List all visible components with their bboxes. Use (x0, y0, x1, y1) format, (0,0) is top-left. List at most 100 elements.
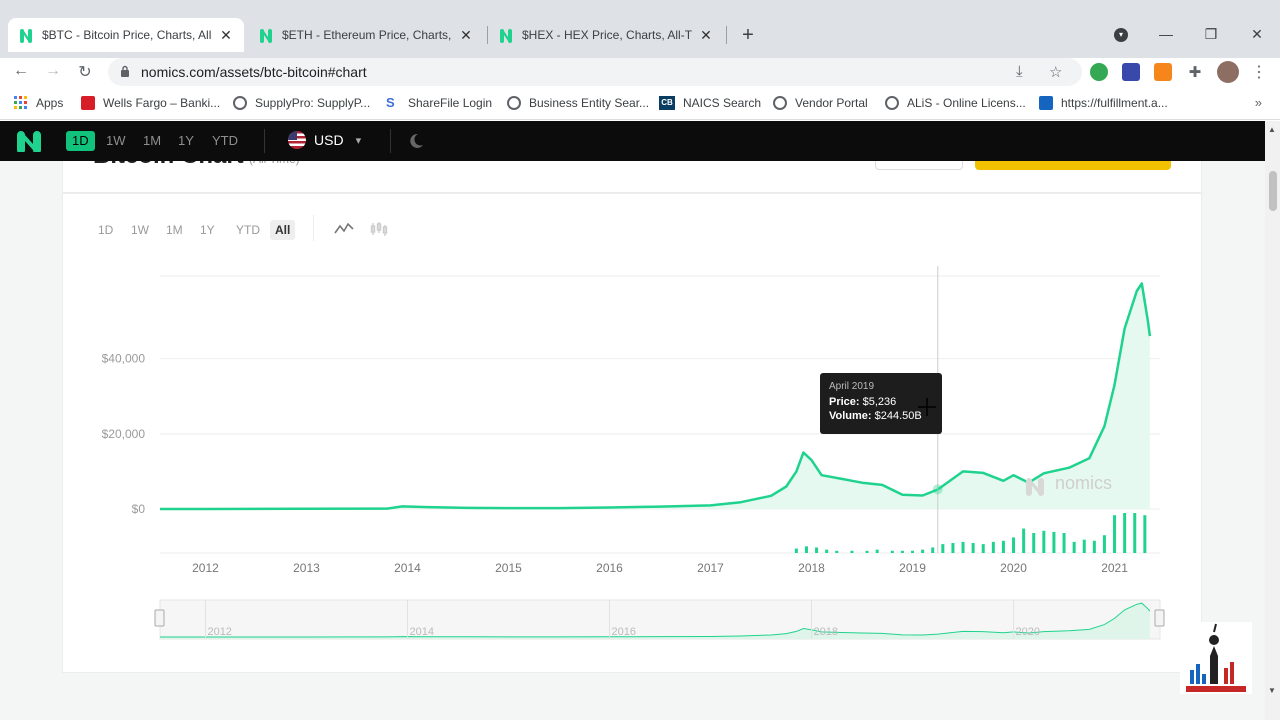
volume-bar (1042, 530, 1046, 553)
volume-bar (1113, 515, 1117, 553)
volume-bar (1062, 533, 1066, 553)
crosshair-cursor-icon (918, 398, 936, 416)
bookmark-apps[interactable]: Apps (14, 96, 63, 110)
x-tick-label: 2013 (293, 561, 320, 575)
nomics-favicon-icon (20, 29, 32, 43)
freedomtv-logo (1180, 622, 1252, 694)
minimize-icon[interactable]: — (1156, 26, 1176, 42)
close-icon[interactable]: ✕ (698, 27, 714, 44)
cb-icon: CB (659, 96, 675, 110)
volume-bar (1102, 535, 1106, 553)
apps-grid-icon (14, 96, 27, 109)
extension-icon[interactable] (1122, 63, 1140, 81)
x-tick-label: 2015 (495, 561, 522, 575)
volume-bar (850, 550, 854, 553)
price-chart[interactable]: $0 $20,000 $40,000 2012 2013 2014 2015 2016 2017… (0, 121, 1265, 720)
tab-search-icon[interactable]: ▾ (1114, 28, 1128, 42)
volume-bar (815, 547, 819, 553)
bookmark-label: ALiS - Online Licens... (907, 96, 1026, 110)
lock-icon (121, 65, 129, 77)
metamask-fox-icon[interactable] (1154, 63, 1172, 81)
tooltip-price-value: $5,236 (862, 396, 897, 408)
y-tick-label: $0 (132, 502, 146, 516)
volume-bar (1143, 515, 1147, 553)
volume-bar (865, 550, 869, 553)
volume-bar (900, 550, 904, 553)
navigator-tick-label: 2014 (409, 626, 433, 638)
tab-hex[interactable]: $HEX - HEX Price, Charts, All-Tim ✕ (488, 18, 724, 52)
volume-bar (1072, 541, 1076, 553)
nomics-favicon-icon (260, 29, 272, 43)
url-text: nomics.com/assets/btc-bitcoin#chart (141, 64, 367, 80)
hover-point (932, 484, 943, 495)
bookmark-sharefile[interactable]: S ShareFile Login (386, 96, 492, 111)
bookmark-supplypro[interactable]: SupplyPro: SupplyP... (233, 96, 370, 110)
extensions-puzzle-icon[interactable]: ✚ (1186, 63, 1204, 81)
address-bar[interactable]: nomics.com/assets/btc-bitcoin#chart ⤓ ☆ (108, 58, 1082, 86)
navigator-handle[interactable] (1154, 609, 1165, 627)
navigator-tick-label: 2016 (611, 626, 635, 638)
bookmark-alis[interactable]: ALiS - Online Licens... (885, 96, 1026, 110)
kebab-menu-icon[interactable]: ⋮ (1249, 62, 1269, 82)
page-scrollbar[interactable]: ▲ ▼ (1265, 121, 1280, 720)
tab-title: $HEX - HEX Price, Charts, All-Tim (522, 28, 692, 42)
y-tick-label: $40,000 (102, 352, 146, 366)
volume-bar (991, 541, 995, 553)
volume-bar (794, 548, 798, 553)
window-close-icon[interactable]: ✕ (1247, 26, 1267, 43)
volume-bar (911, 550, 915, 553)
volume-bar (1133, 513, 1137, 553)
bookmark-business-entity[interactable]: Business Entity Sear... (507, 96, 649, 110)
bookmark-wells-fargo[interactable]: Wells Fargo – Banki... (81, 96, 220, 110)
bookmark-label: Business Entity Sear... (529, 96, 650, 110)
navigator-handle[interactable] (154, 609, 165, 627)
browser-toolbar: ← → ↻ nomics.com/assets/btc-bitcoin#char… (0, 58, 1280, 88)
x-tick-label: 2021 (1101, 561, 1128, 575)
scroll-down-icon[interactable]: ▼ (1268, 686, 1276, 695)
volume-bar (1092, 540, 1096, 553)
x-tick-label: 2020 (1000, 561, 1027, 575)
bookmark-vendor-portal[interactable]: Vendor Portal (773, 96, 868, 110)
bookmarks-bar: Apps Wells Fargo – Banki... SupplyPro: S… (0, 88, 1280, 120)
scroll-thumb[interactable] (1269, 171, 1277, 211)
extension-globe-icon[interactable] (1090, 63, 1108, 81)
tab-btc[interactable]: $BTC - Bitcoin Price, Charts, All-T ✕ (8, 18, 244, 52)
bookmark-fulfillment[interactable]: https://fulfillment.a... (1039, 96, 1168, 110)
volume-bar (1052, 531, 1056, 553)
price-area (160, 283, 1150, 509)
price-line (160, 282, 1152, 511)
tab-eth[interactable]: $ETH - Ethereum Price, Charts, Al ✕ (248, 18, 484, 52)
scroll-up-icon[interactable]: ▲ (1268, 125, 1276, 134)
bookmarks-overflow-icon[interactable]: » (1255, 95, 1262, 110)
tab-title: $BTC - Bitcoin Price, Charts, All-T (42, 28, 212, 42)
restore-icon[interactable]: ❐ (1201, 26, 1221, 43)
x-tick-label: 2016 (596, 561, 623, 575)
volume-bar (1012, 537, 1016, 553)
wells-fargo-icon (81, 96, 95, 110)
volume-bar (1001, 540, 1005, 553)
volume-bar (1123, 513, 1127, 553)
new-tab-plus-icon[interactable]: + (738, 25, 758, 45)
volume-bar (931, 547, 935, 553)
reload-icon[interactable]: ↻ (75, 62, 95, 82)
navigator-tick-label: 2012 (207, 626, 231, 638)
close-icon[interactable]: ✕ (458, 27, 474, 44)
x-tick-label: 2019 (899, 561, 926, 575)
navigator-tick-label: 2018 (814, 626, 838, 638)
bookmark-star-icon[interactable]: ☆ (1049, 63, 1062, 81)
close-icon[interactable]: ✕ (218, 27, 234, 44)
volume-bar (1022, 528, 1026, 553)
globe-icon (507, 96, 521, 110)
volume-bar (981, 544, 985, 553)
forward-arrow-icon[interactable]: → (43, 62, 63, 80)
profile-avatar[interactable] (1217, 61, 1239, 83)
volume-bar (961, 541, 965, 553)
volume-bar (1032, 533, 1036, 553)
volume-bar (804, 546, 808, 553)
bookmark-naics[interactable]: CB NAICS Search (659, 96, 761, 110)
fulfillment-icon (1039, 96, 1053, 110)
install-app-icon[interactable]: ⤓ (1016, 63, 1023, 80)
tooltip-volume-label: Volume: (829, 410, 872, 422)
back-arrow-icon[interactable]: ← (11, 62, 31, 80)
x-tick-label: 2017 (697, 561, 724, 575)
